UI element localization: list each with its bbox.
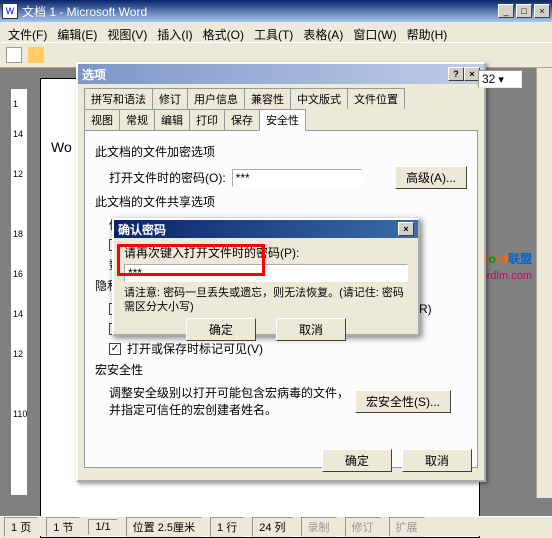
advanced-button[interactable]: 高级(A)... [395, 166, 467, 189]
tab-spelling[interactable]: 拼写和语法 [84, 88, 153, 109]
status-pages: 1/1 [88, 519, 117, 535]
menu-format[interactable]: 格式(O) [199, 24, 248, 40]
confirm-note: 请注意: 密码一旦丢失或遗忘，则无法恢复。(请记住: 密码需区分大小写) [124, 286, 408, 314]
open-password-label: 打开文件时的密码(O): [109, 169, 226, 186]
open-password-input[interactable] [232, 169, 362, 187]
status-bar: 1 页 1 节 1/1 位置 2.5厘米 1 行 24 列 录制 修订 扩展 [0, 516, 552, 536]
status-ext: 扩展 [389, 517, 425, 537]
encrypt-group-label: 此文档的文件加密选项 [95, 143, 467, 160]
options-tabs: 拼写和语法 修订 用户信息 兼容性 中文版式 文件位置 视图 常规 编辑 打印 … [84, 88, 478, 130]
menu-view[interactable]: 视图(V) [103, 24, 151, 40]
confirm-close-button[interactable]: × [398, 222, 414, 236]
tab-print[interactable]: 打印 [189, 109, 225, 130]
menu-window[interactable]: 窗口(W) [349, 24, 400, 40]
menu-table[interactable]: 表格(A) [299, 24, 347, 40]
window-title: 文档 1 - Microsoft Word [22, 3, 498, 20]
close-button[interactable]: × [534, 4, 550, 18]
status-section: 1 节 [46, 517, 80, 537]
macro-text: 调整安全级别以打开可能包含宏病毒的文件，并指定可信任的宏创建者姓名。 [109, 384, 349, 418]
options-ok-button[interactable]: 确定 [322, 449, 392, 472]
options-title: 选项 [82, 66, 448, 83]
maximize-button[interactable]: □ [516, 4, 532, 18]
status-col: 24 列 [252, 517, 292, 537]
status-line: 1 行 [210, 517, 244, 537]
new-doc-icon[interactable] [6, 47, 22, 63]
menu-tools[interactable]: 工具(T) [250, 24, 297, 40]
menu-edit[interactable]: 编辑(E) [53, 24, 101, 40]
macro-group-label: 宏安全性 [95, 361, 467, 378]
share-group-label: 此文档的文件共享选项 [95, 193, 467, 210]
macro-security-button[interactable]: 宏安全性(S)... [355, 390, 451, 413]
status-position: 位置 2.5厘米 [126, 517, 202, 537]
tab-edit[interactable]: 编辑 [154, 109, 190, 130]
open-icon[interactable] [28, 47, 44, 63]
minimize-button[interactable]: _ [498, 4, 514, 18]
tab-userinfo[interactable]: 用户信息 [187, 88, 245, 109]
tab-compat[interactable]: 兼容性 [244, 88, 291, 109]
vertical-ruler: 1 14 12 18 16 14 12 110 [10, 88, 28, 496]
tab-general[interactable]: 常规 [119, 109, 155, 130]
options-cancel-button[interactable]: 取消 [402, 449, 472, 472]
status-rec: 录制 [301, 517, 337, 537]
confirm-cancel-button[interactable]: 取消 [276, 318, 346, 341]
confirm-password-label: 请再次键入打开文件时的密码(P): [124, 244, 408, 261]
tab-save[interactable]: 保存 [224, 109, 260, 130]
tab-security[interactable]: 安全性 [259, 109, 306, 131]
tab-fileloc[interactable]: 文件位置 [347, 88, 405, 109]
tab-track[interactable]: 修订 [152, 88, 188, 109]
confirm-titlebar: 确认密码 × [114, 220, 418, 238]
options-help-button[interactable]: ? [448, 67, 464, 81]
vertical-scrollbar[interactable] [536, 68, 552, 498]
menu-insert[interactable]: 插入(I) [153, 24, 196, 40]
options-titlebar: 选项 ? × [78, 64, 484, 84]
main-titlebar: W 文档 1 - Microsoft Word _ □ × [0, 0, 552, 22]
menu-help[interactable]: 帮助(H) [403, 24, 452, 40]
menubar: 文件(F) 编辑(E) 视图(V) 插入(I) 格式(O) 工具(T) 表格(A… [0, 22, 552, 42]
confirm-title: 确认密码 [118, 221, 398, 238]
confirm-password-dialog: 确认密码 × 请再次键入打开文件时的密码(P): 请注意: 密码一旦丢失或遗忘，… [112, 218, 420, 336]
confirm-password-input[interactable] [124, 264, 408, 282]
status-rev: 修订 [345, 517, 381, 537]
zoom-input[interactable]: 32 ▾ [478, 70, 522, 88]
confirm-ok-button[interactable]: 确定 [186, 318, 256, 341]
tab-view[interactable]: 视图 [84, 109, 120, 130]
status-page: 1 页 [4, 517, 38, 537]
menu-file[interactable]: 文件(F) [4, 24, 51, 40]
word-icon: W [2, 3, 18, 19]
tab-asian[interactable]: 中文版式 [290, 88, 348, 109]
